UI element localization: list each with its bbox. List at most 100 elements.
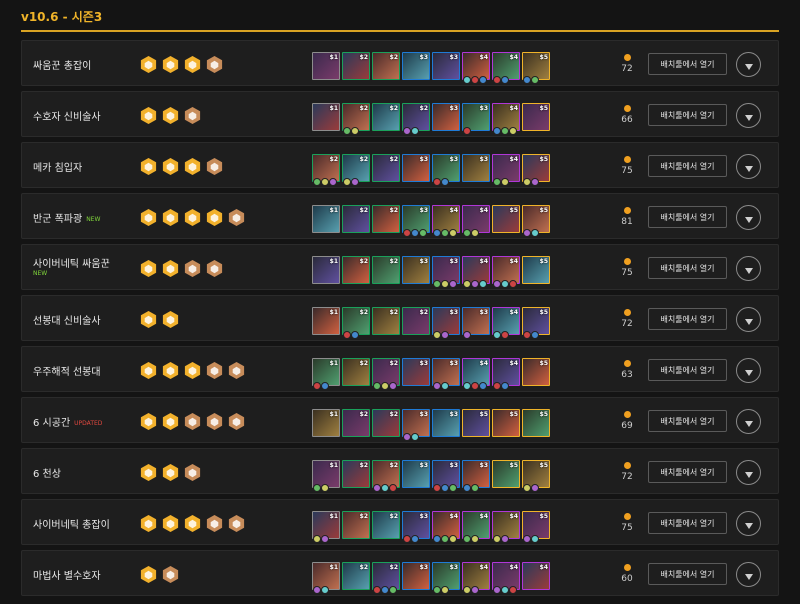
champion-portrait[interactable]: $2 <box>312 154 340 186</box>
champion-portrait[interactable]: $2 <box>372 103 400 131</box>
champion-portrait[interactable]: $1 <box>312 409 340 437</box>
champion-portrait[interactable]: $4 <box>492 358 520 390</box>
champion-portrait[interactable]: $2 <box>372 205 400 233</box>
champion-portrait[interactable]: $2 <box>372 307 400 335</box>
champion-portrait[interactable]: $3 <box>432 103 460 131</box>
champion-portrait[interactable]: $4 <box>462 205 490 237</box>
champion-portrait[interactable]: $3 <box>402 154 430 182</box>
champion-portrait[interactable]: $1 <box>312 256 340 284</box>
expand-button[interactable] <box>736 460 761 485</box>
champion-portrait[interactable]: $3 <box>462 103 490 135</box>
champion-portrait[interactable]: $2 <box>372 562 400 594</box>
champion-portrait[interactable]: $4 <box>522 562 550 590</box>
champion-portrait[interactable]: $2 <box>342 52 370 80</box>
champion-portrait[interactable]: $5 <box>492 460 520 488</box>
open-in-builder-button[interactable]: 배치툴에서 열기 <box>648 155 727 177</box>
open-in-builder-button[interactable]: 배치툴에서 열기 <box>648 104 727 126</box>
champion-portrait[interactable]: $5 <box>522 256 550 284</box>
champion-portrait[interactable]: $1 <box>312 307 340 335</box>
champion-portrait[interactable]: $2 <box>342 358 370 386</box>
expand-button[interactable] <box>736 52 761 77</box>
champion-portrait[interactable]: $5 <box>522 307 550 339</box>
champion-portrait[interactable]: $2 <box>342 103 370 135</box>
champion-portrait[interactable]: $3 <box>402 205 430 237</box>
champion-portrait[interactable]: $2 <box>342 511 370 539</box>
champion-portrait[interactable]: $4 <box>492 511 520 543</box>
champion-portrait[interactable]: $4 <box>432 205 460 237</box>
champion-portrait[interactable]: $3 <box>432 52 460 80</box>
champion-portrait[interactable]: $2 <box>372 460 400 492</box>
champion-portrait[interactable]: $1 <box>312 103 340 131</box>
champion-portrait[interactable]: $2 <box>342 205 370 233</box>
champion-portrait[interactable]: $4 <box>492 562 520 594</box>
champion-portrait[interactable]: $5 <box>492 205 520 233</box>
expand-button[interactable] <box>736 256 761 281</box>
champion-portrait[interactable]: $2 <box>342 154 370 186</box>
champion-portrait[interactable]: $5 <box>522 154 550 186</box>
champion-portrait[interactable]: $5 <box>522 511 550 543</box>
champion-portrait[interactable]: $5 <box>522 409 550 437</box>
champion-portrait[interactable]: $3 <box>462 154 490 182</box>
champion-portrait[interactable]: $2 <box>402 103 430 135</box>
champion-portrait[interactable]: $4 <box>432 511 460 543</box>
champion-portrait[interactable]: $3 <box>432 409 460 437</box>
expand-button[interactable] <box>736 205 761 230</box>
champion-portrait[interactable]: $5 <box>522 460 550 492</box>
open-in-builder-button[interactable]: 배치툴에서 열기 <box>648 53 727 75</box>
champion-portrait[interactable]: $3 <box>402 358 430 386</box>
champion-portrait[interactable]: $3 <box>432 460 460 492</box>
champion-portrait[interactable]: $5 <box>522 52 550 84</box>
expand-button[interactable] <box>736 562 761 587</box>
open-in-builder-button[interactable]: 배치툴에서 열기 <box>648 206 727 228</box>
champion-portrait[interactable]: $3 <box>402 256 430 284</box>
champion-portrait[interactable]: $4 <box>492 256 520 288</box>
champion-portrait[interactable]: $4 <box>462 52 490 84</box>
champion-portrait[interactable]: $3 <box>402 409 430 441</box>
champion-portrait[interactable]: $1 <box>312 562 340 594</box>
expand-button[interactable] <box>736 409 761 434</box>
open-in-builder-button[interactable]: 배치툴에서 열기 <box>648 308 727 330</box>
champion-portrait[interactable]: $2 <box>342 409 370 437</box>
open-in-builder-button[interactable]: 배치툴에서 열기 <box>648 461 727 483</box>
champion-portrait[interactable]: $5 <box>522 358 550 386</box>
champion-portrait[interactable]: $4 <box>492 103 520 135</box>
champion-portrait[interactable]: $3 <box>402 460 430 488</box>
champion-portrait[interactable]: $1 <box>312 52 340 80</box>
open-in-builder-button[interactable]: 배치툴에서 열기 <box>648 257 727 279</box>
champion-portrait[interactable]: $3 <box>402 52 430 80</box>
champion-portrait[interactable]: $4 <box>492 307 520 339</box>
champion-portrait[interactable]: $1 <box>312 460 340 492</box>
champion-portrait[interactable]: $3 <box>432 256 460 288</box>
champion-portrait[interactable]: $4 <box>492 154 520 186</box>
champion-portrait[interactable]: $4 <box>462 256 490 288</box>
champion-portrait[interactable]: $3 <box>432 154 460 186</box>
champion-portrait[interactable]: $2 <box>372 256 400 284</box>
open-in-builder-button[interactable]: 배치툴에서 열기 <box>648 563 727 585</box>
champion-portrait[interactable]: $2 <box>342 256 370 284</box>
champion-portrait[interactable]: $3 <box>402 511 430 543</box>
champion-portrait[interactable]: $4 <box>462 511 490 543</box>
champion-portrait[interactable]: $3 <box>402 562 430 590</box>
champion-portrait[interactable]: $4 <box>462 358 490 390</box>
expand-button[interactable] <box>736 154 761 179</box>
champion-portrait[interactable]: $1 <box>312 205 340 233</box>
champion-portrait[interactable]: $1 <box>312 511 340 543</box>
expand-button[interactable] <box>736 103 761 128</box>
open-in-builder-button[interactable]: 배치툴에서 열기 <box>648 359 727 381</box>
champion-portrait[interactable]: $2 <box>342 307 370 339</box>
champion-portrait[interactable]: $2 <box>342 562 370 590</box>
expand-button[interactable] <box>736 307 761 332</box>
champion-portrait[interactable]: $2 <box>372 52 400 80</box>
champion-portrait[interactable]: $3 <box>432 358 460 390</box>
champion-portrait[interactable]: $2 <box>402 307 430 335</box>
champion-portrait[interactable]: $2 <box>372 409 400 437</box>
champion-portrait[interactable]: $5 <box>462 409 490 437</box>
champion-portrait[interactable]: $4 <box>492 52 520 84</box>
champion-portrait[interactable]: $3 <box>462 307 490 339</box>
champion-portrait[interactable]: $5 <box>522 205 550 237</box>
expand-button[interactable] <box>736 358 761 383</box>
champion-portrait[interactable]: $2 <box>372 511 400 539</box>
champion-portrait[interactable]: $5 <box>522 103 550 131</box>
champion-portrait[interactable]: $4 <box>462 562 490 594</box>
champion-portrait[interactable]: $2 <box>372 154 400 182</box>
